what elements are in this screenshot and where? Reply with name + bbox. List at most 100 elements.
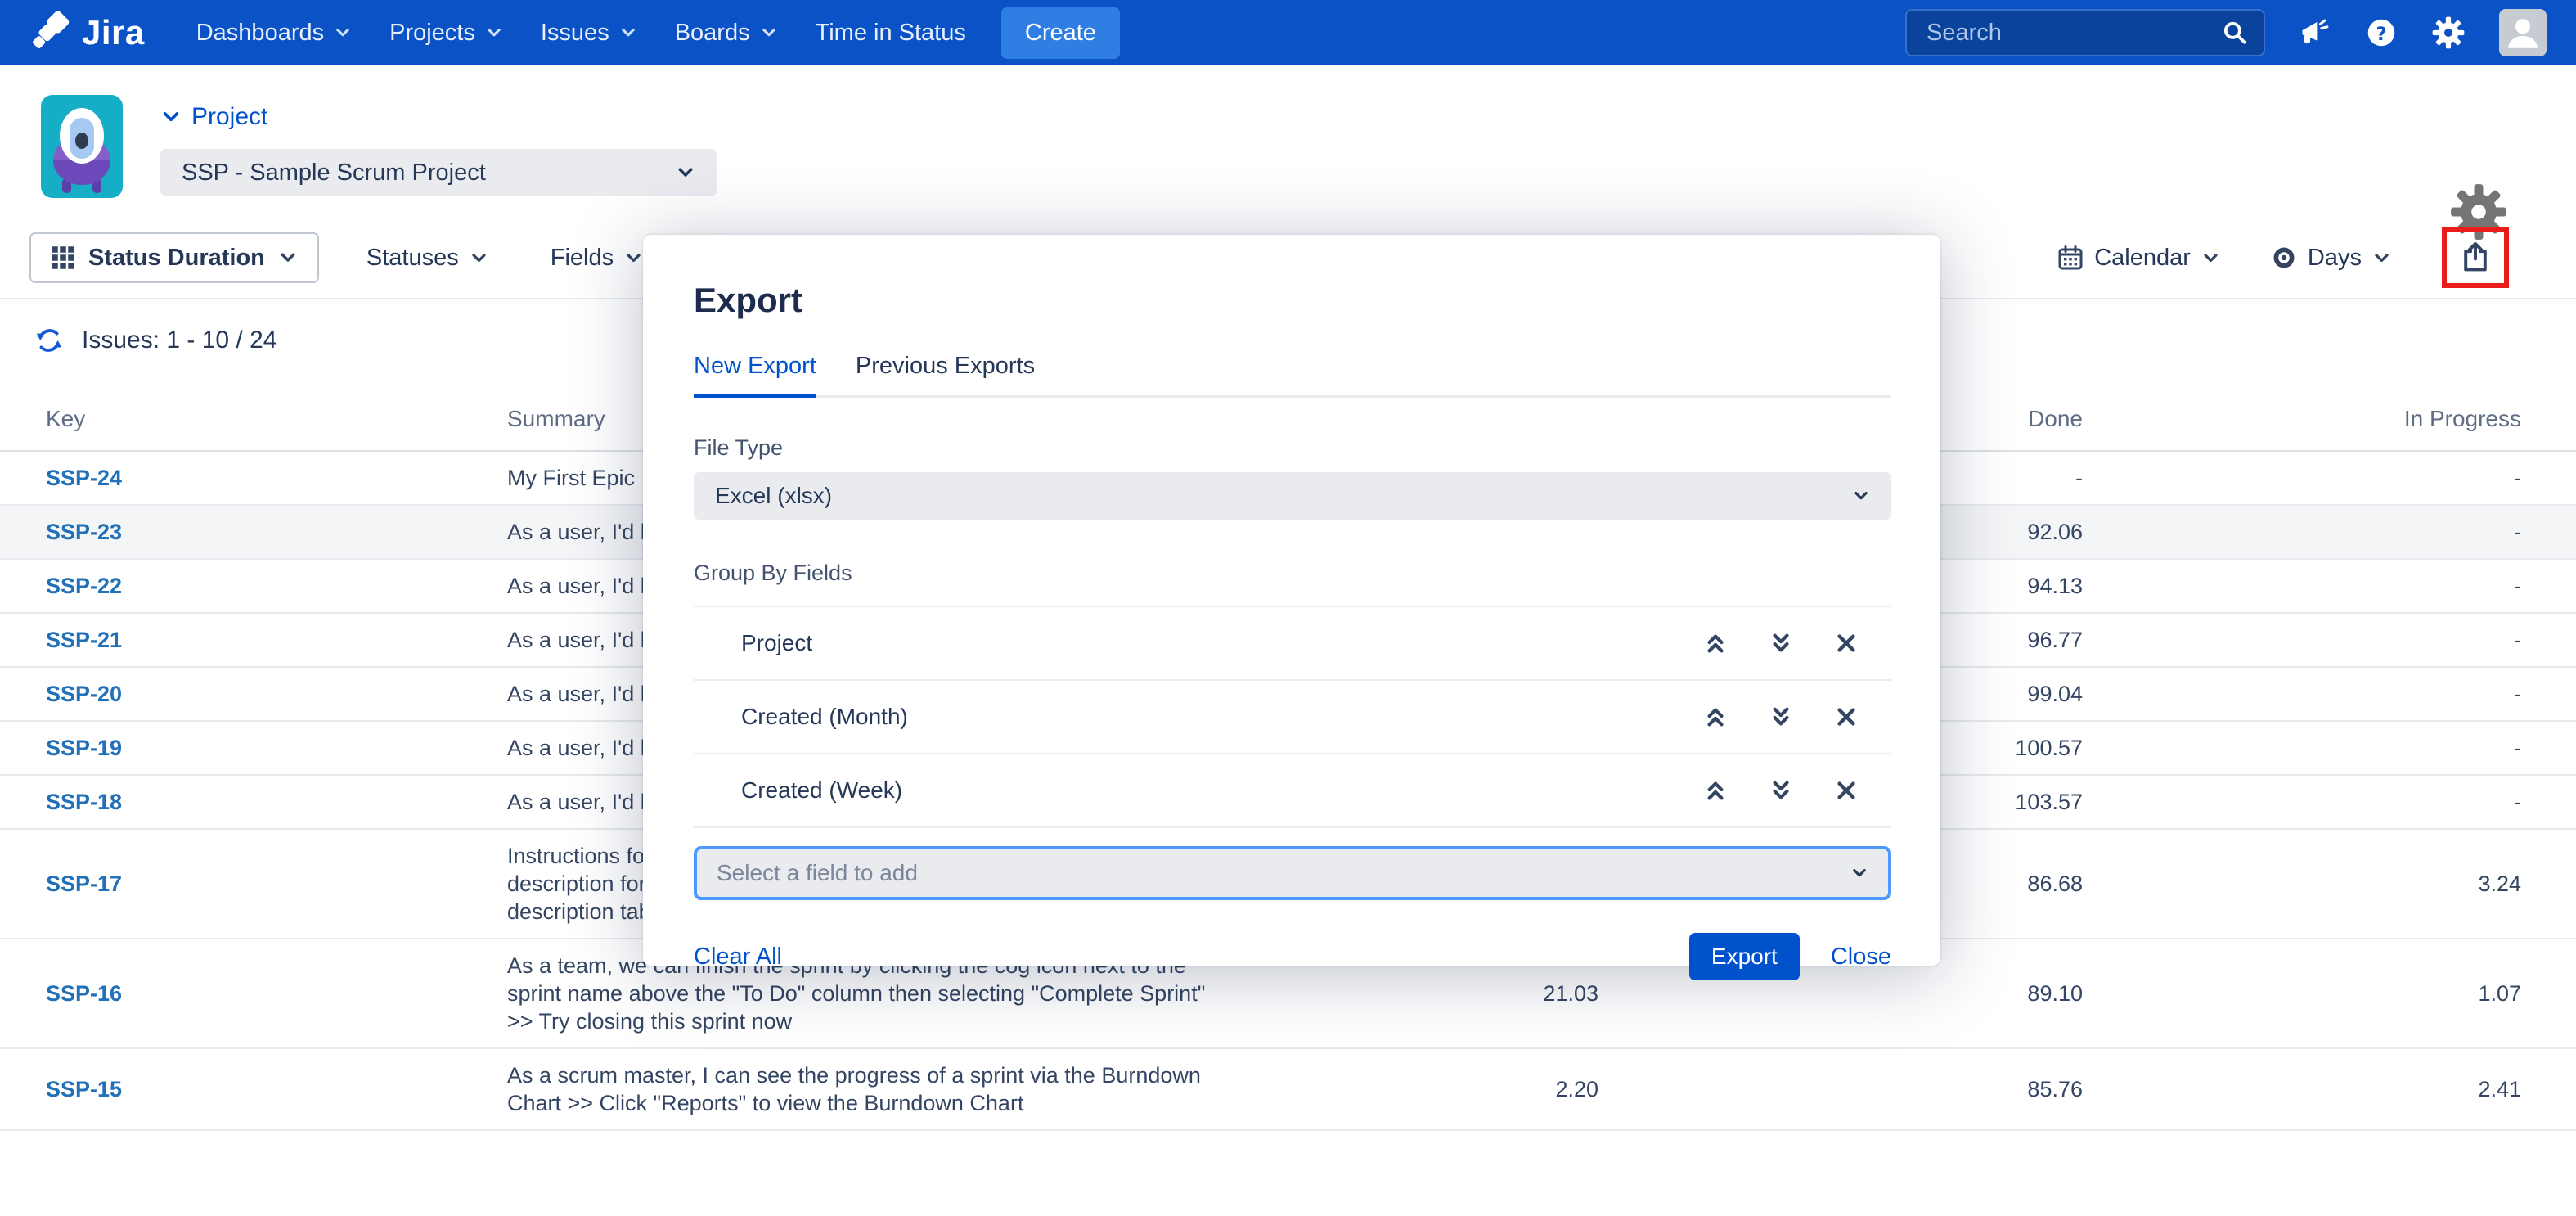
group-field-row: Created (Month) xyxy=(694,681,1891,754)
add-field-select[interactable]: Select a field to add xyxy=(694,846,1891,900)
megaphone-icon[interactable] xyxy=(2300,17,2331,48)
issue-key-link[interactable]: SSP-15 xyxy=(46,1077,122,1101)
create-button[interactable]: Create xyxy=(1001,7,1120,59)
issue-key-link[interactable]: SSP-18 xyxy=(46,790,122,814)
group-field-row: Created (Week) xyxy=(694,754,1891,828)
chevron-down-icon xyxy=(485,24,503,42)
in-progress-cell: 1.07 xyxy=(2083,981,2521,1007)
project-select[interactable]: SSP - Sample Scrum Project xyxy=(160,149,717,196)
export-button-highlighted[interactable] xyxy=(2442,227,2509,288)
move-to-bottom-icon xyxy=(1769,705,1793,729)
top-nav-bar: Jira Dashboards ProjectsIssues Boards Time … xyxy=(0,0,2576,65)
nav-menu: Dashboards ProjectsIssues Boards Time in St… xyxy=(178,0,985,65)
chevron-down-icon xyxy=(676,163,695,182)
col-header-key: Key xyxy=(46,406,507,432)
export-submit-button[interactable]: Export xyxy=(1689,933,1800,980)
move-to-top-icon xyxy=(1703,705,1728,729)
chevron-down-icon xyxy=(334,24,352,42)
in-progress-cell: - xyxy=(2083,682,2521,707)
export-modal: Export New ExportPrevious Exports File T… xyxy=(643,235,1940,966)
jira-logo[interactable]: Jira xyxy=(29,11,145,54)
in-progress-cell: 2.41 xyxy=(2083,1077,2521,1102)
issues-count-text: Issues: 1 - 10 / 24 xyxy=(82,327,276,354)
todo-cell: 2.20 xyxy=(1432,1077,1598,1102)
move-to-top-button[interactable] xyxy=(1703,705,1728,729)
units-label: Days xyxy=(2308,245,2362,272)
todo-cell: 21.03 xyxy=(1432,981,1598,1007)
move-to-bottom-button[interactable] xyxy=(1769,705,1793,729)
nav-item-issues[interactable]: Issues xyxy=(522,0,656,65)
group-field-label: Created (Month) xyxy=(741,704,908,730)
nav-right-cluster xyxy=(1905,9,2547,56)
file-type-label: File Type xyxy=(694,435,1891,461)
remove-field-button[interactable] xyxy=(1834,705,1859,729)
move-to-bottom-button[interactable] xyxy=(1769,778,1793,803)
move-to-top-button[interactable] xyxy=(1703,778,1728,803)
issue-key-link[interactable]: SSP-16 xyxy=(46,981,122,1006)
issue-key-link[interactable]: SSP-22 xyxy=(46,574,122,598)
modal-footer: Clear All Export Close xyxy=(694,933,1891,980)
gear-icon[interactable] xyxy=(2432,16,2465,49)
group-by-list: Project Created (Month) Created (Week) xyxy=(694,606,1891,828)
calendar-icon xyxy=(2057,245,2084,271)
search-icon[interactable] xyxy=(2221,19,2249,47)
jira-logo-text: Jira xyxy=(82,13,145,52)
chevron-down-icon xyxy=(619,24,637,42)
report-type-button[interactable]: Status Duration xyxy=(29,232,319,283)
grid-icon xyxy=(51,245,75,270)
statuses-dropdown[interactable]: Statuses xyxy=(366,245,488,272)
col-header-in-progress: In Progress xyxy=(2083,406,2521,432)
move-to-top-button[interactable] xyxy=(1703,631,1728,655)
key-cell: SSP-24 xyxy=(46,466,507,491)
in-progress-cell: 3.24 xyxy=(2083,871,2521,897)
close-button[interactable]: Close xyxy=(1831,944,1891,971)
group-field-label: Created (Week) xyxy=(741,777,902,804)
nav-item-label: Boards xyxy=(675,20,750,47)
in-progress-cell: - xyxy=(2083,790,2521,815)
clear-all-button[interactable]: Clear All xyxy=(694,944,782,971)
tab-previous-exports[interactable]: Previous Exports xyxy=(856,353,1035,398)
nav-item-dashboards[interactable]: Dashboards xyxy=(178,0,371,65)
person-icon xyxy=(2502,12,2543,53)
units-dropdown[interactable]: Days xyxy=(2271,245,2391,272)
file-type-select[interactable]: Excel (xlsx) xyxy=(694,472,1891,520)
chevron-down-icon xyxy=(2372,249,2391,268)
issue-key-link[interactable]: SSP-20 xyxy=(46,682,122,706)
group-field-label: Project xyxy=(741,630,812,656)
project-select-value: SSP - Sample Scrum Project xyxy=(182,160,486,187)
move-to-bottom-icon xyxy=(1769,631,1793,655)
calendar-dropdown[interactable]: Calendar xyxy=(2057,245,2220,272)
help-icon[interactable] xyxy=(2365,16,2398,49)
issue-key-link[interactable]: SSP-21 xyxy=(46,628,122,652)
file-type-value: Excel (xlsx) xyxy=(715,483,832,509)
fields-dropdown[interactable]: Fields xyxy=(551,245,643,272)
project-collapse-toggle[interactable]: Project xyxy=(160,103,717,131)
search-box[interactable] xyxy=(1905,9,2265,56)
search-input[interactable] xyxy=(1925,19,2221,47)
issue-key-link[interactable]: SSP-24 xyxy=(46,466,122,490)
chevron-down-icon xyxy=(2201,249,2220,268)
nav-item-boards[interactable]: Boards xyxy=(656,0,797,65)
move-to-bottom-button[interactable] xyxy=(1769,631,1793,655)
tab-new-export[interactable]: New Export xyxy=(694,353,816,398)
refresh-icon[interactable] xyxy=(34,326,64,355)
remove-field-button[interactable] xyxy=(1834,778,1859,803)
issue-key-link[interactable]: SSP-19 xyxy=(46,736,122,760)
chevron-down-icon xyxy=(1852,487,1870,505)
key-cell: SSP-19 xyxy=(46,736,507,761)
nav-item-label: Dashboards xyxy=(196,20,324,47)
issue-key-link[interactable]: SSP-23 xyxy=(46,520,122,544)
move-to-bottom-icon xyxy=(1769,778,1793,803)
eye-icon xyxy=(2271,245,2297,271)
nav-item-time-in-status[interactable]: Time in Status xyxy=(797,0,985,65)
group-field-actions xyxy=(1703,631,1859,655)
move-to-top-icon xyxy=(1703,631,1728,655)
group-field-actions xyxy=(1703,778,1859,803)
issue-key-link[interactable]: SSP-17 xyxy=(46,871,122,896)
remove-field-icon xyxy=(1834,631,1859,655)
nav-item-projects[interactable]: Projects xyxy=(371,0,522,65)
user-avatar[interactable] xyxy=(2499,9,2547,56)
toolbar-right-cluster: Calendar Days xyxy=(2057,227,2547,288)
key-cell: SSP-23 xyxy=(46,520,507,545)
remove-field-button[interactable] xyxy=(1834,631,1859,655)
